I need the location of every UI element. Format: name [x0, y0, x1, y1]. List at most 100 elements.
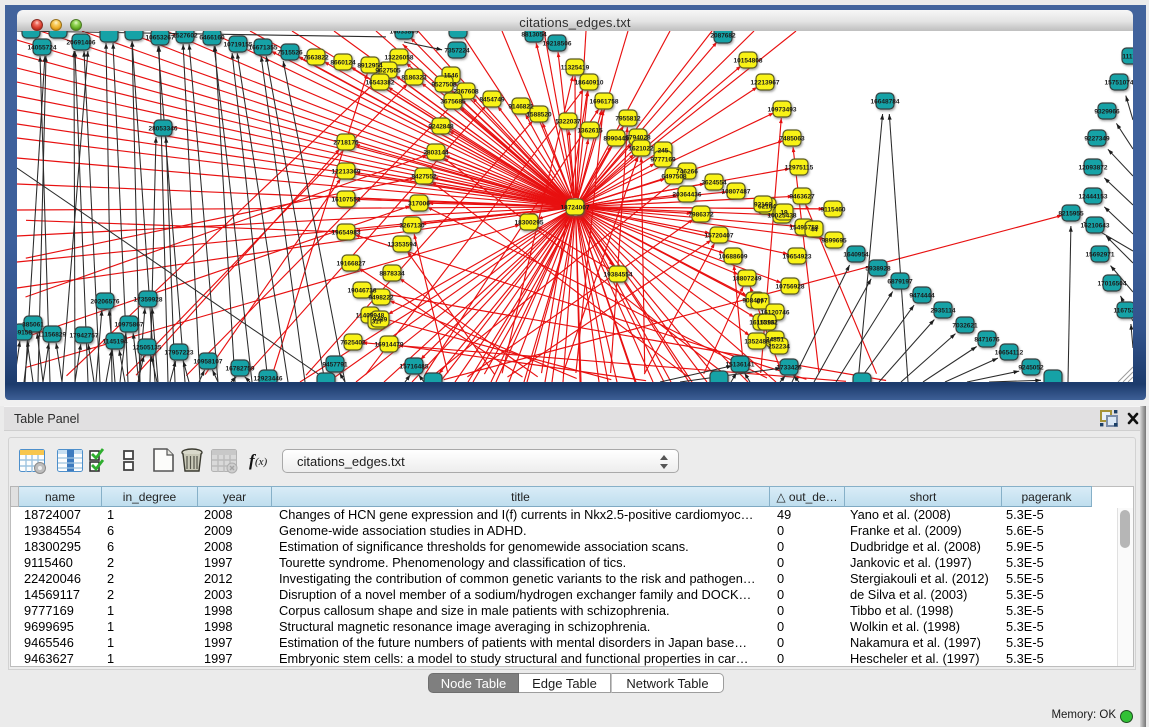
- svg-text:7357224: 7357224: [444, 47, 470, 54]
- svg-text:1167533: 1167533: [1114, 307, 1133, 314]
- svg-text:18724007: 18724007: [561, 204, 590, 211]
- svg-text:1733426: 1733426: [776, 364, 802, 371]
- svg-text:19654923: 19654923: [783, 253, 812, 260]
- svg-text:16914479: 16914479: [375, 341, 404, 348]
- svg-text:9627505: 9627505: [375, 67, 401, 74]
- svg-text:6466160: 6466160: [199, 34, 225, 41]
- svg-text:8454749: 8454749: [479, 96, 505, 103]
- svg-text:9527508: 9527508: [431, 81, 457, 88]
- svg-text:16210643: 16210643: [1081, 222, 1110, 229]
- svg-text:11156829: 11156829: [38, 331, 67, 338]
- svg-text:9489: 9489: [373, 316, 388, 323]
- svg-text:245: 245: [658, 147, 669, 154]
- svg-text:(x): (x): [255, 456, 268, 468]
- svg-text:16671355: 16671355: [249, 44, 278, 51]
- svg-text:12975115: 12975115: [785, 164, 814, 171]
- svg-text:10958107: 10958107: [194, 358, 223, 365]
- svg-text:13353594: 13353594: [388, 241, 417, 248]
- svg-text:9115460: 9115460: [821, 206, 846, 213]
- svg-text:20206576: 20206576: [91, 298, 120, 305]
- svg-text:9474444: 9474444: [909, 292, 935, 299]
- svg-text:1621022: 1621022: [628, 145, 654, 152]
- svg-text:12213369: 12213369: [332, 168, 361, 175]
- svg-text:17359928: 17359928: [134, 296, 163, 303]
- svg-text:9899695: 9899695: [821, 237, 847, 244]
- svg-text:16648784: 16648784: [871, 98, 900, 105]
- svg-text:20364436: 20364436: [673, 191, 702, 198]
- svg-text:3267130: 3267130: [399, 222, 425, 229]
- svg-text:11325419: 11325419: [561, 64, 590, 71]
- svg-text:19384554: 19384554: [604, 271, 633, 278]
- svg-text:9227349: 9227349: [1084, 135, 1110, 142]
- svg-text:10973493: 10973493: [768, 106, 797, 113]
- svg-text:19: 19: [780, 209, 788, 216]
- svg-text:12093872: 12093872: [1079, 164, 1108, 171]
- svg-text:11173: 11173: [1122, 53, 1133, 60]
- svg-text:28053346: 28053346: [149, 125, 178, 132]
- svg-text:12444153: 12444153: [1079, 193, 1108, 200]
- svg-text:39158: 39158: [17, 329, 32, 336]
- svg-text:8427552: 8427552: [411, 173, 437, 180]
- svg-text:18640910: 18640910: [575, 79, 604, 86]
- svg-text:7955812: 7955812: [615, 115, 641, 122]
- svg-text:1640954: 1640954: [843, 251, 869, 258]
- svg-text:18807249: 18807249: [733, 275, 762, 282]
- svg-text:44: 44: [810, 226, 818, 233]
- svg-text:18300295: 18300295: [515, 219, 544, 226]
- svg-text:2087682: 2087682: [710, 32, 736, 39]
- svg-text:12505135: 12505135: [133, 344, 162, 351]
- svg-text:10756928: 10756928: [776, 283, 805, 290]
- svg-text:2718176: 2718176: [333, 139, 359, 146]
- svg-text:15692971: 15692971: [1086, 251, 1115, 258]
- svg-text:252234: 252234: [768, 343, 790, 350]
- svg-text:14055724: 14055724: [28, 44, 57, 51]
- svg-text:385061: 385061: [22, 321, 44, 328]
- svg-text:1546: 1546: [444, 72, 459, 79]
- svg-text:12213967: 12213967: [751, 79, 780, 86]
- svg-text:10154808: 10154808: [734, 57, 763, 64]
- svg-text:16782759: 16782759: [226, 365, 255, 372]
- svg-text:7485063: 7485063: [779, 135, 805, 142]
- svg-text:115132: 115132: [756, 319, 778, 326]
- svg-text:16543382: 16543382: [366, 79, 395, 86]
- svg-text:17016504: 17016504: [1098, 280, 1127, 287]
- svg-text:8215955: 8215955: [1058, 210, 1084, 217]
- svg-text:9463627: 9463627: [789, 193, 815, 200]
- svg-text:8471676: 8471676: [974, 336, 1000, 343]
- svg-text:13226058: 13226058: [385, 54, 414, 61]
- svg-text:16120746: 16120746: [761, 309, 790, 316]
- svg-text:10688609: 10688609: [719, 253, 748, 260]
- svg-text:9084067: 9084067: [742, 297, 768, 304]
- svg-text:24851: 24851: [766, 336, 784, 343]
- svg-text:20691406: 20691406: [67, 39, 96, 46]
- svg-text:15136141: 15136141: [726, 361, 755, 368]
- svg-text:1362615: 1362615: [577, 127, 603, 134]
- svg-text:1145194: 1145194: [103, 338, 128, 345]
- svg-text:9777169: 9777169: [650, 156, 676, 163]
- svg-text:5938928: 5938928: [865, 265, 891, 272]
- svg-text:9242848: 9242848: [428, 123, 454, 130]
- svg-text:1527602: 1527602: [172, 32, 198, 39]
- svg-text:15716485: 15716485: [400, 363, 429, 370]
- svg-text:19046738: 19046738: [348, 287, 377, 294]
- svg-text:7032621: 7032621: [952, 322, 978, 329]
- svg-text:10975867: 10975867: [115, 321, 144, 328]
- svg-text:7625402: 7625402: [340, 339, 366, 346]
- svg-text:5322037: 5322037: [555, 118, 581, 125]
- svg-text:2367608: 2367608: [453, 88, 479, 95]
- svg-text:7515526: 7515526: [277, 49, 303, 56]
- svg-text:19166827: 19166827: [337, 260, 366, 267]
- svg-text:6794028: 6794028: [625, 134, 651, 141]
- svg-text:16033809: 16033809: [390, 31, 419, 35]
- svg-text:6879197: 6879197: [887, 278, 913, 285]
- svg-text:17957223: 17957223: [165, 349, 194, 356]
- svg-text:15720407: 15720407: [705, 232, 734, 239]
- svg-text:10653267: 10653267: [146, 34, 175, 41]
- svg-text:3624554: 3624554: [701, 179, 727, 186]
- svg-text:8660124: 8660124: [330, 59, 356, 66]
- svg-text:7663822: 7663822: [303, 54, 329, 61]
- svg-text:8878334: 8878334: [379, 270, 405, 277]
- svg-text:9457791: 9457791: [322, 361, 348, 368]
- svg-text:8186323: 8186323: [401, 74, 427, 81]
- svg-text:67: 67: [756, 298, 764, 305]
